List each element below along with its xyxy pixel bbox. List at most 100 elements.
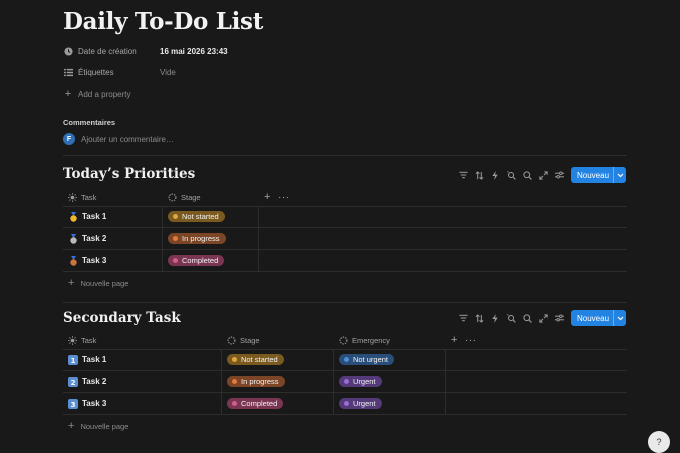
- divider: [63, 302, 627, 303]
- column-header-task[interactable]: Task: [63, 188, 163, 206]
- column-header-stage[interactable]: Stage: [222, 331, 334, 349]
- silver-medal-icon: [68, 233, 78, 244]
- task-cell[interactable]: 2 Task 2: [63, 371, 222, 392]
- task-cell[interactable]: Task 1: [63, 206, 163, 227]
- emergency-badge: Urgent: [339, 376, 382, 387]
- table-row[interactable]: Task 1 Not started: [63, 206, 627, 228]
- status-dot: [232, 379, 237, 384]
- stage-cell[interactable]: In progress: [222, 371, 334, 392]
- table-row[interactable]: 1 Task 1 Not started Not urgent: [63, 349, 627, 371]
- add-column-button[interactable]: +: [259, 188, 273, 206]
- stage-label: Not started: [182, 212, 219, 221]
- stage-label: In progress: [182, 234, 220, 243]
- chevron-down-icon[interactable]: [613, 167, 626, 183]
- property-tags[interactable]: Étiquettes Vide: [63, 65, 176, 79]
- emergency-label: Urgent: [353, 399, 376, 408]
- filter-icon[interactable]: [455, 310, 471, 326]
- task-name: Task 2: [82, 234, 107, 243]
- emergency-badge: Not urgent: [339, 354, 395, 365]
- table-row[interactable]: 2 Task 2 In progress Urgent: [63, 371, 627, 393]
- table-row[interactable]: Task 2 In progress: [63, 228, 627, 250]
- status-dot: [344, 401, 349, 406]
- task-name: Task 3: [82, 256, 107, 265]
- stage-cell[interactable]: In progress: [163, 228, 259, 249]
- add-column-button[interactable]: +: [446, 331, 460, 349]
- task-cell[interactable]: 3 Task 3: [63, 393, 222, 414]
- table-row[interactable]: Task 3 Completed: [63, 250, 627, 272]
- property-label: Étiquettes: [78, 67, 114, 77]
- section-title: Today’s Priorities: [63, 166, 196, 182]
- keycap-1-icon: 1: [68, 354, 78, 365]
- table-header: Task Stage Emergency + ···: [63, 331, 627, 350]
- status-dot: [232, 401, 237, 406]
- task-cell[interactable]: 1 Task 1: [63, 349, 222, 370]
- emergency-cell[interactable]: Urgent: [334, 371, 446, 392]
- sort-icon[interactable]: [471, 310, 487, 326]
- plus-icon: +: [68, 277, 75, 289]
- lightning-icon[interactable]: [487, 167, 503, 183]
- stage-cell[interactable]: Completed: [163, 250, 259, 271]
- stage-label: Not started: [241, 355, 278, 364]
- stage-badge: In progress: [227, 376, 285, 387]
- column-header-emergency[interactable]: Emergency: [334, 331, 446, 349]
- svg-text:3: 3: [71, 400, 76, 408]
- chevron-down-icon[interactable]: [613, 310, 626, 326]
- search-sparkle-icon[interactable]: [503, 310, 519, 326]
- emergency-badge: Urgent: [339, 398, 382, 409]
- comment-input[interactable]: Ajouter un commentaire…: [81, 135, 174, 144]
- property-label: Date de création: [78, 46, 137, 56]
- plus-icon: +: [68, 420, 75, 432]
- status-icon: [339, 336, 348, 345]
- view-toolbar: Nouveau: [455, 167, 627, 183]
- emergency-cell[interactable]: Urgent: [334, 393, 446, 414]
- search-icon[interactable]: [519, 310, 535, 326]
- more-options-button[interactable]: ···: [273, 188, 293, 206]
- search-sparkle-icon[interactable]: [503, 167, 519, 183]
- property-created[interactable]: Date de création 16 mai 2026 23:43: [63, 44, 228, 58]
- comment-input-row[interactable]: F Ajouter un commentaire…: [63, 133, 174, 145]
- page: Daily To-Do List Date de création 16 mai…: [0, 0, 680, 453]
- created-date-value: 16 mai 2026 23:43: [160, 46, 228, 56]
- sort-icon[interactable]: [471, 167, 487, 183]
- page-title: Daily To-Do List: [63, 8, 264, 35]
- settings-sliders-icon[interactable]: [551, 167, 567, 183]
- clock-icon: [63, 46, 73, 56]
- column-label: Task: [81, 335, 97, 345]
- task-name: Task 3: [82, 399, 107, 408]
- column-header-task[interactable]: Task: [63, 331, 222, 349]
- status-dot: [232, 357, 237, 362]
- stage-cell[interactable]: Not started: [163, 206, 259, 227]
- new-button[interactable]: Nouveau: [571, 310, 627, 326]
- lightning-icon[interactable]: [487, 310, 503, 326]
- add-property-button[interactable]: + Add a property: [63, 87, 131, 101]
- more-options-button[interactable]: ···: [460, 331, 480, 349]
- settings-sliders-icon[interactable]: [551, 310, 567, 326]
- help-button[interactable]: ?: [648, 431, 670, 453]
- status-icon: [227, 336, 236, 345]
- new-page-button[interactable]: + Nouvelle page: [68, 277, 128, 289]
- tags-value[interactable]: Vide: [160, 68, 176, 77]
- new-button-label: Nouveau: [577, 313, 610, 323]
- stage-cell[interactable]: Completed: [222, 393, 334, 414]
- task-cell[interactable]: Task 3: [63, 250, 163, 271]
- stage-label: Completed: [241, 399, 278, 408]
- expand-icon[interactable]: [535, 167, 551, 183]
- keycap-3-icon: 3: [68, 398, 78, 409]
- task-cell[interactable]: Task 2: [63, 228, 163, 249]
- gold-medal-icon: [68, 211, 78, 222]
- stage-badge: Not started: [227, 354, 284, 365]
- bronze-medal-icon: [68, 255, 78, 266]
- status-dot: [173, 258, 178, 263]
- expand-icon[interactable]: [535, 310, 551, 326]
- search-icon[interactable]: [519, 167, 535, 183]
- sun-icon: [68, 335, 77, 345]
- emergency-cell[interactable]: Not urgent: [334, 349, 446, 370]
- stage-cell[interactable]: Not started: [222, 349, 334, 370]
- new-page-button[interactable]: + Nouvelle page: [68, 420, 128, 432]
- column-header-stage[interactable]: Stage: [163, 188, 259, 206]
- table-row[interactable]: 3 Task 3 Completed Urgent: [63, 393, 627, 415]
- stage-badge: Not started: [168, 211, 225, 222]
- new-button[interactable]: Nouveau: [571, 167, 627, 183]
- stage-label: Completed: [182, 256, 219, 265]
- filter-icon[interactable]: [455, 167, 471, 183]
